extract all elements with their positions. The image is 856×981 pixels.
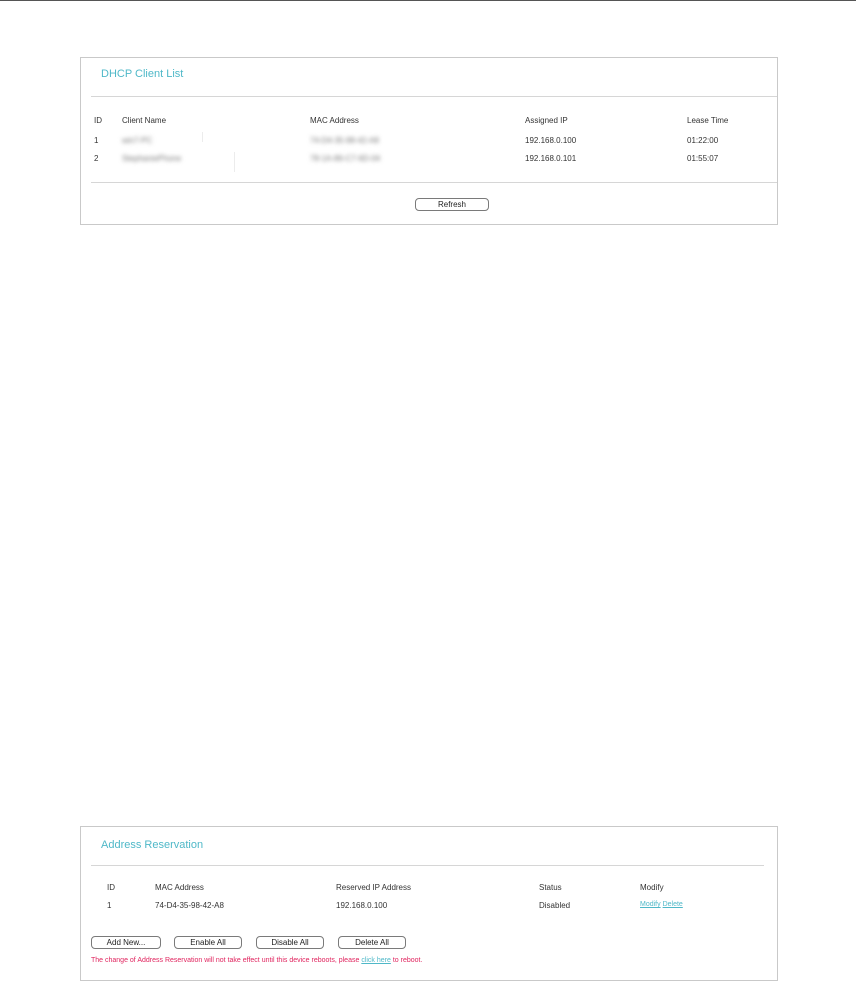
enable-all-button[interactable]: Enable All [174,936,242,949]
row-mac-address: 74-D4-35-98-42-A8 [155,901,224,910]
column-divider [202,132,203,142]
row-lease-time: 01:22:00 [687,136,719,145]
col-id: ID [107,883,115,892]
col-id: ID [94,116,102,125]
disable-all-button[interactable]: Disable All [256,936,324,949]
add-new-button[interactable]: Add New... [91,936,161,949]
row-assigned-ip: 192.168.0.100 [525,136,577,145]
row-actions: Modify Delete [640,901,683,908]
row-lease-time: 01:55:07 [687,154,719,163]
dhcp-title-divider [91,96,777,97]
reboot-notice-tail: to reboot. [390,957,423,964]
row-mac-address: 74-D4-35-98-42-A8 [310,136,379,145]
dhcp-client-list-title: DHCP Client List [101,68,184,80]
address-reservation-panel: Address Reservation ID MAC Address Reser… [80,826,778,981]
row-status: Disabled [539,901,571,910]
delete-all-button[interactable]: Delete All [338,936,406,949]
reboot-notice-text: The change of Address Reservation will n… [91,957,362,964]
row-mac-address: 78-1A-86-C7-6D-04 [310,154,381,163]
top-rule [0,0,856,1]
address-reservation-title: Address Reservation [101,839,204,851]
row-reserved-ip: 192.168.0.100 [336,901,388,910]
col-mac-address: MAC Address [310,116,359,125]
row-client-name: StephaniePhone [122,154,182,163]
row-id: 2 [94,154,99,163]
col-lease-time: Lease Time [687,116,729,125]
col-status: Status [539,883,562,892]
dhcp-footer-divider [91,182,777,183]
col-reserved-ip-address: Reserved IP Address [336,883,412,892]
row-id: 1 [94,136,99,145]
reservation-title-divider [91,865,764,866]
row-assigned-ip: 192.168.0.101 [525,154,577,163]
reboot-link[interactable]: click here [361,957,391,964]
col-modify: Modify [640,883,664,892]
reboot-notice: The change of Address Reservation will n… [91,957,422,964]
refresh-button[interactable]: Refresh [415,198,489,211]
col-assigned-ip: Assigned IP [525,116,568,125]
modify-link[interactable]: Modify [640,901,661,908]
row-client-name: win7-PC [122,136,153,145]
dhcp-client-list-panel: DHCP Client List ID Client Name MAC Addr… [80,57,778,225]
col-client-name: Client Name [122,116,167,125]
column-divider [234,152,235,172]
row-id: 1 [107,901,112,910]
delete-link[interactable]: Delete [663,901,683,908]
col-mac-address: MAC Address [155,883,204,892]
